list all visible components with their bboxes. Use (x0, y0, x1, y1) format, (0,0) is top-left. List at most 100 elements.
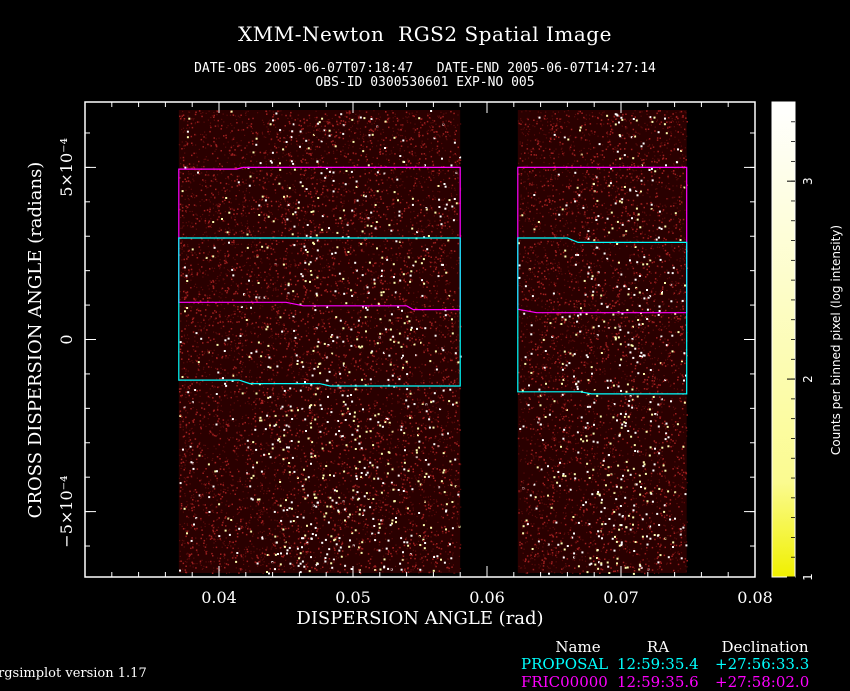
photon-dot (299, 368, 300, 369)
photon-dot (448, 554, 449, 555)
photon-dot (256, 247, 257, 248)
photon-dot (316, 352, 317, 353)
photon-dot (291, 440, 293, 442)
photon-dot (412, 155, 413, 156)
photon-dot (283, 218, 285, 220)
photon-dot (304, 121, 305, 122)
photon-dot (288, 424, 289, 425)
photon-dot (438, 173, 440, 175)
photon-dot (263, 214, 265, 216)
photon-dot (427, 133, 429, 135)
photon-dot (338, 504, 340, 506)
photon-dot (369, 137, 370, 138)
photon-dot (252, 242, 253, 243)
photon-dot (406, 299, 407, 300)
photon-dot (379, 435, 381, 437)
photon-dot (431, 515, 432, 516)
photon-dot (250, 506, 251, 507)
photon-dot (269, 264, 270, 265)
photon-dot (386, 475, 387, 476)
photon-dot (222, 197, 224, 199)
photon-dot (433, 177, 434, 178)
photon-dot (422, 375, 423, 376)
photon-dot (345, 373, 346, 374)
photon-dot (384, 230, 385, 231)
photon-dot (278, 336, 279, 337)
photon-dot (451, 318, 453, 320)
photon-dot (300, 168, 302, 170)
photon-dot (284, 571, 286, 573)
photon-dot (392, 128, 393, 129)
photon-dot (253, 402, 255, 404)
photon-dot (277, 219, 278, 220)
photon-dot (345, 144, 346, 145)
photon-dot (314, 333, 316, 335)
photon-dot (322, 232, 324, 234)
photon-dot (451, 539, 452, 540)
photon-dot (388, 249, 389, 250)
photon-dot (261, 277, 262, 278)
photon-dot (354, 412, 356, 414)
photon-dot (457, 492, 458, 493)
photon-dot (275, 218, 277, 220)
photon-dot (273, 249, 275, 251)
photon-dot (202, 351, 204, 353)
photon-dot (316, 117, 318, 119)
photon-dot (276, 177, 278, 179)
photon-dot (456, 402, 458, 404)
photon-dot (279, 169, 281, 171)
photon-dot (287, 375, 288, 376)
photon-dot (374, 129, 375, 130)
photon-dot (397, 401, 398, 402)
photon-dot (320, 436, 322, 438)
photon-dot (202, 568, 203, 569)
photon-dot (348, 174, 349, 175)
photon-dot (185, 569, 187, 571)
photon-dot (353, 250, 355, 252)
photon-dot (240, 316, 241, 317)
photon-dot (411, 327, 413, 329)
photon-dot (423, 312, 424, 313)
photon-dot (456, 347, 458, 349)
photon-dot (236, 267, 238, 269)
photon-dot (344, 468, 345, 469)
photon-dot (423, 258, 425, 260)
photon-dot (225, 190, 227, 192)
photon-dot (435, 350, 437, 352)
photon-dot (411, 345, 412, 346)
photon-dot (208, 481, 209, 482)
photon-dot (204, 471, 205, 472)
photon-dot (417, 302, 418, 303)
photon-dot (249, 178, 250, 179)
photon-dot (312, 418, 314, 420)
photon-dot (230, 437, 231, 438)
photon-dot (191, 527, 192, 528)
photon-dot (425, 269, 427, 271)
photon-dot (331, 405, 332, 406)
photon-dot (263, 326, 264, 327)
photon-dot (194, 234, 195, 235)
photon-dot (423, 250, 425, 252)
photon-dot (457, 503, 458, 504)
photon-dot (312, 279, 313, 280)
photon-dot (310, 132, 311, 133)
photon-dot (345, 556, 346, 557)
photon-dot (323, 137, 324, 138)
photon-dot (402, 352, 403, 353)
photon-dot (226, 395, 227, 396)
photon-dot (290, 114, 291, 115)
photon-dot (330, 291, 332, 293)
photon-dot (220, 259, 221, 260)
photon-dot (213, 531, 215, 533)
photon-dot (237, 533, 239, 535)
photon-dot (196, 543, 198, 545)
photon-dot (348, 390, 350, 392)
photon-dot (311, 397, 312, 398)
photon-dot (182, 207, 184, 209)
photon-dot (258, 461, 259, 462)
photon-dot (418, 132, 420, 134)
photon-dot (262, 120, 263, 121)
photon-dot (184, 384, 185, 385)
photon-dot (276, 311, 278, 313)
photon-dot (304, 557, 305, 558)
